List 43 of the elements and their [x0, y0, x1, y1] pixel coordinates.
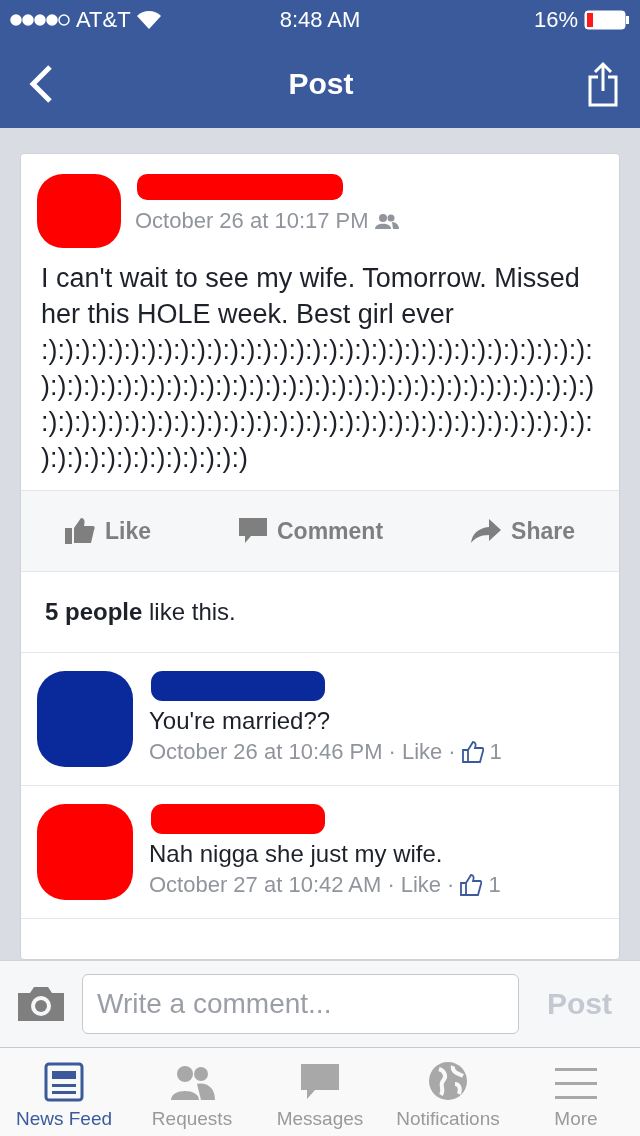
tab-bar-item[interactable]: More — [512, 1048, 640, 1136]
post-text: I can't wait to see my wife. Tomorrow. Missed her this HOLE week. Best girl ever :):):):):):):):):):):):):):):):):):):):):):):):):):):):):):):):):):):):):):):):):):):):):):):):):):):):):):):):):):):):):):):):):):):):):):):):):):):):):):):):):):):):):):):):):):):):):):):):):):):):):):):):):):):):):):):):):) — [40, 262, 596, 475]
battery-icon — [584, 10, 630, 30]
share-arrow-icon — [471, 519, 502, 543]
clock-time: 8:48 AM — [279, 7, 361, 33]
comment-time: October 27 at 10:42 AM — [149, 872, 382, 898]
tab-bar-item[interactable]: Messages — [256, 1048, 384, 1136]
tab-bar-item[interactable]: Requests — [128, 1048, 256, 1136]
separator-dot: · — [388, 739, 396, 765]
friends-icon — [374, 213, 399, 229]
separator-dot: · — [448, 739, 456, 765]
carrier-name: AT&T — [76, 7, 131, 33]
menu-icon — [555, 1066, 597, 1102]
like-link[interactable]: Like — [401, 739, 443, 765]
back-icon[interactable] — [28, 64, 54, 104]
newspaper-icon — [44, 1062, 84, 1102]
separator-dot: · — [387, 872, 395, 898]
comment-text: Nah nigga she just my wife. — [149, 840, 444, 868]
page-title: Post — [288, 67, 354, 101]
comment-time: October 26 at 10:46 PM — [149, 739, 383, 765]
comment-field[interactable]: Write a comment... — [82, 974, 519, 1034]
comment-button[interactable]: Comment — [233, 516, 390, 546]
share-button[interactable]: Share — [465, 516, 581, 546]
thumbs-up-icon — [65, 518, 95, 544]
camera-icon[interactable] — [16, 985, 66, 1023]
post-time: October 26 at 10:17 PM — [135, 208, 369, 234]
thumbs-up-icon — [461, 741, 484, 763]
speech-bubble-icon — [239, 518, 267, 544]
tab-bar-item[interactable]: Notifications — [384, 1048, 512, 1136]
comment-text: You're married?? — [149, 707, 332, 735]
like-count: 1 — [489, 739, 502, 765]
like-link[interactable]: Like — [400, 872, 442, 898]
likes-summary: 5 people like this. — [21, 572, 619, 653]
signal-icon — [10, 14, 70, 26]
thumbs-up-icon — [460, 874, 483, 896]
globe-icon — [427, 1060, 469, 1102]
like-button[interactable]: Like — [59, 516, 157, 546]
wifi-icon — [136, 11, 161, 29]
share-icon[interactable] — [588, 61, 618, 107]
tab-bar-item[interactable]: News Feed — [0, 1048, 128, 1136]
battery-percent: 16% — [533, 7, 578, 33]
like-count: 1 — [488, 872, 501, 898]
separator-dot: · — [447, 872, 455, 898]
